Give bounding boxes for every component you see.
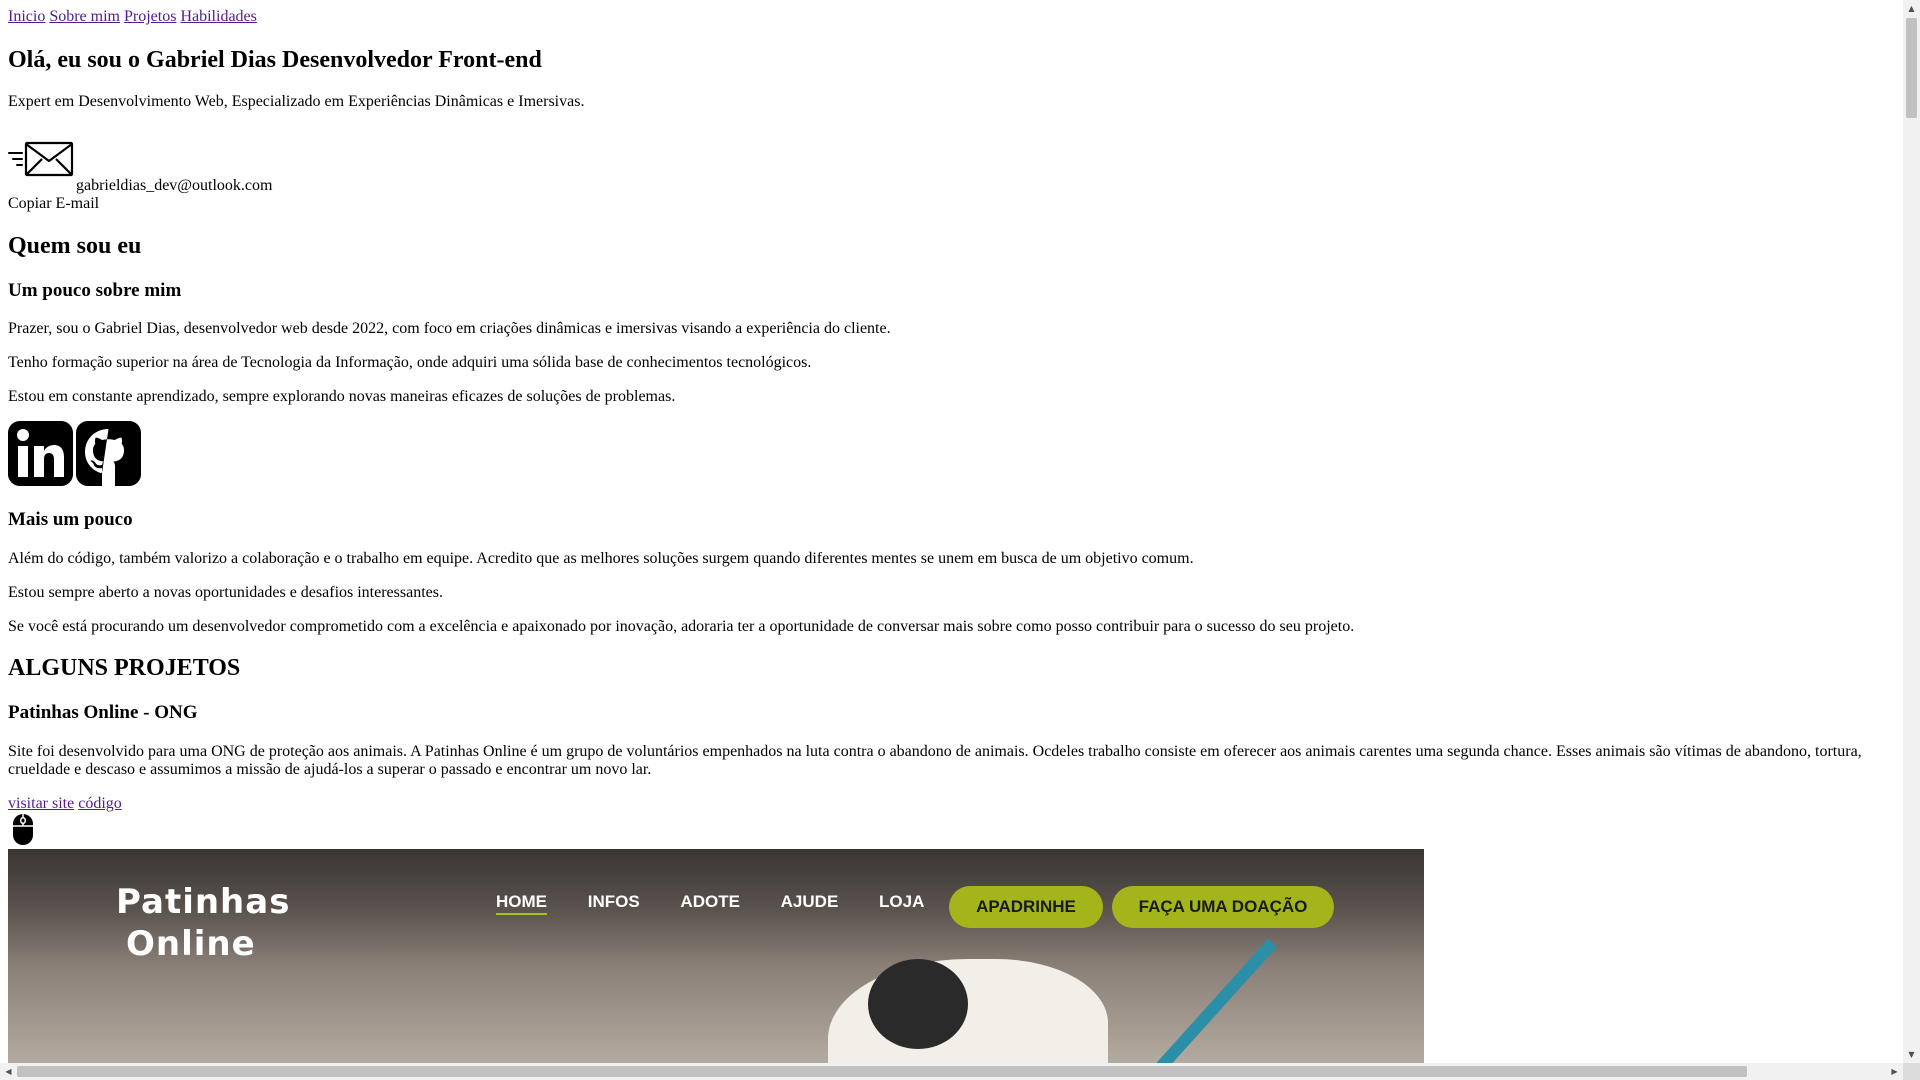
visit-site-link[interactable]: visitar site	[8, 795, 74, 812]
screenshot-menu-loja: LOJA	[879, 892, 925, 911]
scroll-left-arrow-icon[interactable]: ◀	[0, 1063, 17, 1080]
screenshot-menu-adote: ADOTE	[680, 892, 740, 911]
about-subheading: Um pouco sobre mim	[8, 280, 182, 301]
about-paragraph-3: Estou em constante aprendizado, sempre e…	[8, 388, 676, 405]
horizontal-scroll-thumb[interactable]	[17, 1066, 1747, 1077]
screenshot-menu-infos: INFOS	[587, 892, 640, 911]
copy-email-button[interactable]: Copiar E-mail	[8, 195, 99, 213]
project-links: visitar site código	[8, 795, 122, 813]
more-paragraph-1: Além do código, também valorizo a colabo…	[8, 550, 1194, 567]
nav-link-projetos[interactable]: Projetos	[124, 8, 176, 25]
screenshot-menu-home: HOME	[496, 893, 547, 915]
project-description: Site foi desenvolvido para uma ONG de pr…	[8, 743, 1862, 778]
project-screenshot: Patinhas Online HOME INFOS ADOTE AJUDE L…	[8, 849, 1424, 1063]
dog-nose-shape	[868, 959, 968, 1049]
nav-link-inicio[interactable]: Inicio	[8, 8, 45, 25]
scroll-up-arrow-icon[interactable]: ▲	[1903, 0, 1920, 17]
horizontal-scrollbar[interactable]: ◀ ▶	[0, 1063, 1903, 1080]
scrollbar-corner	[1903, 1063, 1920, 1080]
browser-viewport: Inicio Sobre mim Projetos Habilidades Ol…	[0, 0, 1903, 1063]
code-link[interactable]: código	[78, 795, 122, 812]
screenshot-logo-line1: Patinhas	[116, 882, 291, 922]
screenshot-menu-ajude: AJUDE	[780, 892, 839, 911]
hero-title: Olá, eu sou o Gabriel Dias Desenvolvedor…	[8, 47, 542, 73]
projects-heading: ALGUNS PROJETOS	[8, 655, 241, 681]
hero-subtitle: Expert em Desenvolvimento Web, Especiali…	[8, 93, 585, 110]
more-paragraph-2: Estou sempre aberto a novas oportunidade…	[8, 584, 443, 601]
scroll-down-arrow-icon[interactable]: ▼	[1903, 1046, 1920, 1063]
scroll-right-arrow-icon[interactable]: ▶	[1886, 1063, 1903, 1080]
github-icon[interactable]	[76, 421, 141, 486]
nav-link-sobre-mim[interactable]: Sobre mim	[49, 8, 120, 25]
screenshot-doacao-button: FAÇA UMA DOAÇÃO	[1112, 886, 1334, 928]
mouse-icon	[13, 814, 33, 845]
top-nav: Inicio Sobre mim Projetos Habilidades	[8, 8, 257, 26]
screenshot-apadrinhe-button: APADRINHE	[949, 886, 1103, 928]
mail-icon[interactable]	[8, 141, 74, 177]
screenshot-logo-line2: Online	[126, 924, 256, 964]
more-subheading: Mais um pouco	[8, 509, 133, 530]
more-paragraph-3: Se você está procurando um desenvolvedor…	[8, 618, 1355, 635]
vertical-scrollbar[interactable]: ▲ ▼	[1903, 0, 1920, 1063]
project-title: Patinhas Online - ONG	[8, 702, 198, 723]
leash-shape	[1120, 939, 1277, 1063]
about-heading: Quem sou eu	[8, 233, 142, 259]
screenshot-menu: HOME INFOS ADOTE AJUDE LOJA	[496, 893, 960, 915]
vertical-scroll-thumb[interactable]	[1906, 18, 1917, 118]
linkedin-icon[interactable]	[8, 421, 73, 486]
about-paragraph-2: Tenho formação superior na área de Tecno…	[8, 354, 812, 371]
nav-link-habilidades[interactable]: Habilidades	[180, 8, 256, 25]
email-address: gabrieldias_dev@outlook.com	[76, 177, 273, 194]
about-paragraph-1: Prazer, sou o Gabriel Dias, desenvolvedo…	[8, 320, 891, 337]
